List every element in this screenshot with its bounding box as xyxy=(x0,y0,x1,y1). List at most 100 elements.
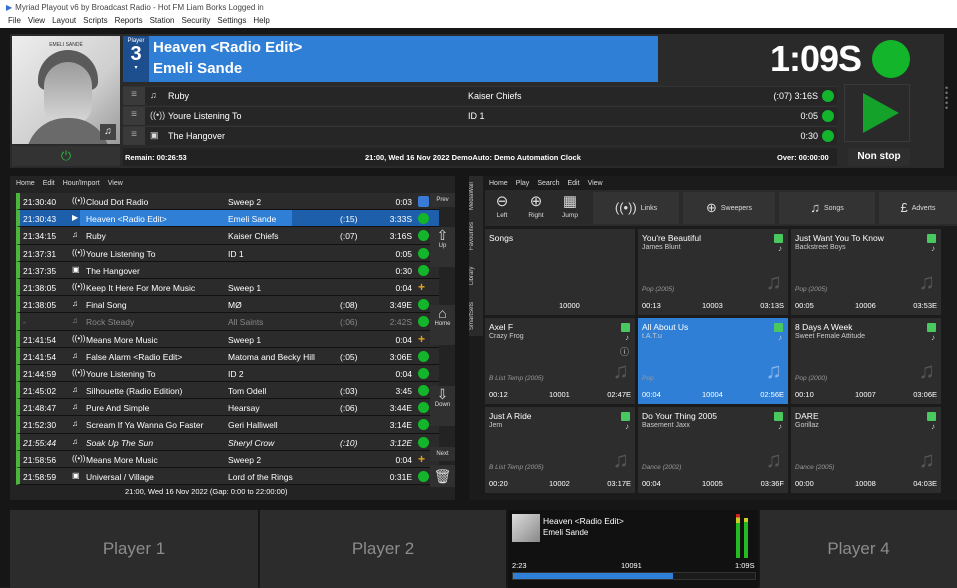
media-wall-toolbar: ⊖ Left ⊕ Right ▦ Jump ((•)) Links ⊕ Sweepers … xyxy=(485,190,957,226)
log-row[interactable]: 21:38:05 ♫ Final Song MØ (:08) 3:49E xyxy=(16,296,439,314)
log-row[interactable]: 21:48:47 ♫ Pure And Simple Hearsay (:06) 3:44… xyxy=(16,399,439,417)
menu-security[interactable]: Security xyxy=(182,16,211,25)
card-id: 10008 xyxy=(855,479,876,488)
log-row[interactable]: 21:38:05 ((•)) Keep It Here For More Music… xyxy=(16,278,439,297)
log-footer: 21:00, Wed 16 Nov 2022 (Gap: 0:00 to 22:… xyxy=(125,487,288,496)
log-row[interactable]: 21:41:54 ((•)) Means More Music Sweep 1 0:04… xyxy=(16,330,439,348)
play-button[interactable] xyxy=(844,84,910,142)
media-card[interactable]: Do Your Thing 2005 Basement Jaxx ♪ ♫ Dance (… xyxy=(638,407,788,493)
next-item[interactable]: ≡ ▣ The Hangover 0:30 xyxy=(123,126,837,145)
drag-handle-icon[interactable]: ≡ xyxy=(123,127,145,145)
log-row[interactable]: 21:58:56 ((•)) Means More Music Sweep 2 0:04… xyxy=(16,450,439,468)
play-icon: ▶ xyxy=(72,213,79,223)
media-card[interactable]: 8 Days A Week Sweet Female Attitude ♪ ♫ Pop … xyxy=(791,318,941,404)
log-row[interactable]: 21:45:02 ♫ Silhouette (Radio Edition) Tom O… xyxy=(16,382,439,400)
down-label: Down xyxy=(434,402,451,408)
log-row[interactable]: 21:30:40 ((•)) Cloud Dot Radio Sweep 2 0:03 xyxy=(16,193,439,211)
log-row[interactable]: 21:55:44 ♫ Soak Up The Sun Sheryl Crow (:10)… xyxy=(16,433,439,451)
edit-icon[interactable] xyxy=(418,196,429,207)
menu-layout[interactable]: Layout xyxy=(52,16,76,25)
next-item[interactable]: ≡ ((•)) Youre Listening To ID 1 0:05 xyxy=(123,106,837,125)
left-button[interactable]: ⊖ Left xyxy=(487,190,517,226)
card-id: 10005 xyxy=(702,479,723,488)
mini-progress-bar[interactable] xyxy=(512,572,756,580)
media-card[interactable]: Axel F Crazy Frog ♪ ⓘ ♫ B List Temp (2005) 00:… xyxy=(485,318,635,404)
log-row-time: 21:38:05 xyxy=(23,300,57,311)
category-sweepers[interactable]: ⊕ Sweepers xyxy=(683,192,775,224)
log-row-intro: (:08) xyxy=(340,300,358,311)
menu-scripts[interactable]: Scripts xyxy=(83,16,107,25)
broadcast-icon: ((•)) xyxy=(72,196,86,205)
log-row[interactable]: 21:30:43 ▶ Heaven <Radio Edit> Emeli Sande (… xyxy=(16,210,439,228)
more-icon[interactable]: • • • • • xyxy=(945,84,948,113)
menu-settings[interactable]: Settings xyxy=(217,16,246,25)
player-2-button[interactable]: Player 2 xyxy=(260,510,506,588)
tab-favourites[interactable]: Favourites xyxy=(469,216,475,256)
right-button[interactable]: ⊕ Right xyxy=(521,190,551,226)
player-number-box[interactable]: Player 3 ▾ xyxy=(123,36,149,82)
card-title: 8 Days A Week xyxy=(795,322,853,332)
menu-reports[interactable]: Reports xyxy=(115,16,143,25)
next-button[interactable]: Next xyxy=(430,447,455,461)
mw-menu-view[interactable]: View xyxy=(588,180,603,187)
home-button[interactable]: ⌂ Home xyxy=(430,305,455,345)
tab-library[interactable]: Library xyxy=(469,256,475,296)
media-card[interactable]: You're Beautiful James Blunt ♪ ♫ Pop (2005) 0… xyxy=(638,229,788,315)
log-row-duration: 2:42S xyxy=(389,317,412,328)
category-links[interactable]: ((•)) Links xyxy=(593,192,679,224)
media-card[interactable]: All About Us t.A.T.u ♪ ♫ Pop 00:04 10004 02:56E xyxy=(638,318,788,404)
log-row-artist: Matoma and Becky Hill xyxy=(228,351,315,362)
log-menu-edit[interactable]: Edit xyxy=(43,180,55,187)
next-item[interactable]: ≡ ♫ Ruby Kaiser Chiefs (:07) 3:16S xyxy=(123,86,837,105)
log-row-time: 21:34:15 xyxy=(23,231,57,242)
log-menu-home[interactable]: Home xyxy=(16,180,35,187)
mw-menu-home[interactable]: Home xyxy=(489,180,508,187)
mw-menu-edit[interactable]: Edit xyxy=(568,180,580,187)
status-dot xyxy=(418,247,429,259)
media-card[interactable]: DARE Gorillaz ♪ ♫ Dance (2005) 00:00 10008 04:0… xyxy=(791,407,941,493)
up-button[interactable]: ⇧ Up xyxy=(430,227,455,267)
player-3-mini[interactable]: Heaven <Radio Edit> Emeli Sande 2:23 100… xyxy=(508,510,758,588)
music-note-icon[interactable]: ♫ xyxy=(100,124,116,140)
menu-station[interactable]: Station xyxy=(150,16,175,25)
music-note-icon: ♫ xyxy=(918,447,936,472)
log-row-title: Youre Listening To xyxy=(86,368,156,379)
tab-mediawall[interactable]: MediaWall xyxy=(469,176,475,216)
trash-icon[interactable]: 🗑 xyxy=(430,465,455,487)
player-1-button[interactable]: Player 1 xyxy=(10,510,258,588)
nonstop-button[interactable]: Non stop xyxy=(848,148,910,166)
mw-menu-play[interactable]: Play xyxy=(516,180,530,187)
window-title: Myriad Playout v6 by Broadcast Radio - H… xyxy=(15,3,264,12)
menu-file[interactable]: File xyxy=(8,16,21,25)
prev-button[interactable]: Prev xyxy=(430,193,455,207)
log-row[interactable]: 21:37:31 ((•)) Youre Listening To ID 1 0:05 xyxy=(16,244,439,262)
jump-button[interactable]: ▦ Jump xyxy=(555,190,585,226)
log-menu-hour-import[interactable]: Hour/Import xyxy=(63,180,100,187)
mw-menu-search[interactable]: Search xyxy=(537,180,559,187)
category-songs[interactable]: ♫ Songs xyxy=(779,192,875,224)
media-card[interactable]: Just A Ride Jem ♪ ♫ B List Temp (2005) 00:20 1… xyxy=(485,407,635,493)
drag-handle-icon[interactable]: ≡ xyxy=(123,107,145,125)
drag-handle-icon[interactable]: ≡ xyxy=(123,87,145,105)
log-row[interactable]: - ♫ Rock Steady All Saints (:06) 2:42S xyxy=(16,313,439,331)
card-duration: 03:13S xyxy=(760,301,784,310)
plus-icon: + xyxy=(418,451,426,466)
power-icon[interactable]: ⏻ xyxy=(12,146,120,166)
log-row[interactable]: 21:44:59 ((•)) Youre Listening To ID 2 0:04 xyxy=(16,364,439,383)
log-side-controls: Prev ⇧ Up ⌂ Home ⇩ Down Next 🗑 xyxy=(430,193,455,487)
log-row[interactable]: 21:52:30 ♫ Scream If Ya Wanna Go Faster Ger… xyxy=(16,416,439,434)
log-row[interactable]: 21:37:35 ▣ The Hangover 0:30 xyxy=(16,261,439,279)
media-card[interactable]: Songs 10000 xyxy=(485,229,635,315)
down-button[interactable]: ⇩ Down xyxy=(430,386,455,426)
menu-help[interactable]: Help xyxy=(253,16,269,25)
log-row[interactable]: 21:41:54 ♫ False Alarm <Radio Edit> Matoma … xyxy=(16,347,439,365)
category-adverts[interactable]: £ Adverts xyxy=(879,192,957,224)
media-card[interactable]: Just Want You To Know Backstreet Boys ♪ ♫ Po… xyxy=(791,229,941,315)
log-menu-view[interactable]: View xyxy=(108,180,123,187)
log-row[interactable]: 21:34:15 ♫ Ruby Kaiser Chiefs (:07) 3:16S xyxy=(16,227,439,245)
player-4-button[interactable]: Player 4 xyxy=(760,510,957,588)
log-row[interactable]: 21:58:59 ▣ Universal / Village Lord of the … xyxy=(16,468,439,486)
tab-smartsets[interactable]: SmartSets xyxy=(469,296,475,336)
menu-view[interactable]: View xyxy=(28,16,45,25)
info-icon[interactable]: ⓘ xyxy=(620,345,629,358)
